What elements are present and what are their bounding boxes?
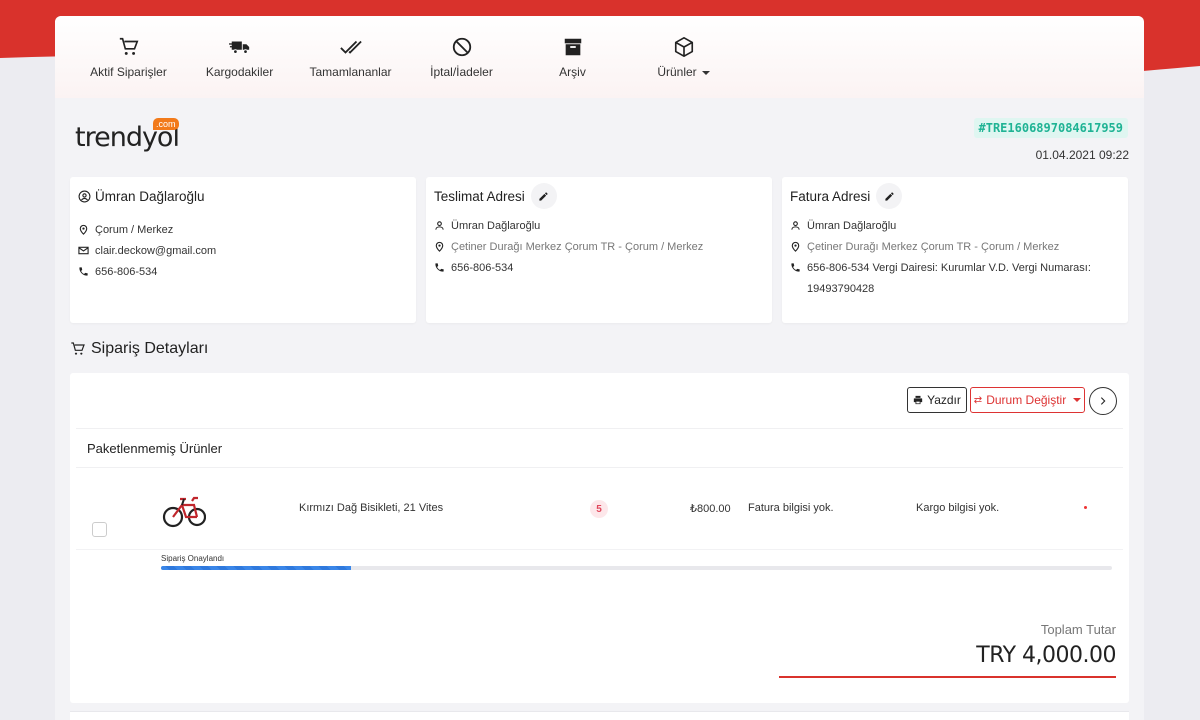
info-cards: Ümran Dağlaroğlu Çorum / Merkez clair.de… [70,177,1128,323]
archive-icon [564,38,581,56]
logo-tld: .com [153,118,179,130]
user-icon [435,221,444,230]
box-icon [674,37,693,57]
total-label: Toplam Tutar [1040,622,1116,637]
truck-icon [228,41,249,54]
nav-cancellations[interactable]: İptal/İadeler [406,16,517,98]
shipping-title: Teslimat Adresi [434,188,525,204]
cargo-info: Kargo bilgisi yok. [916,502,1000,514]
shipping-name: Ümran Dağlaroğlu [434,216,764,237]
order-status-label: Sipariş Onaylandı [161,554,225,563]
order-header: trendyol .com #TRE1606897084617959 01.04… [55,98,1144,176]
billing-address: Çetiner Durağı Merkez Çorum TR - Çorum /… [790,237,1120,258]
unpacked-products-header: Paketlenmemiş Ürünler [76,428,1123,468]
print-button[interactable]: Yazdır [907,387,967,413]
nav-label: Kargodakiler [205,65,274,79]
shipping-phone: 656-806-534 [434,258,764,279]
billing-name: Ümran Dağlaroğlu [790,216,1120,237]
billing-card: Fatura Adresi Ümran Dağlaroğlu Çetiner D… [782,177,1128,323]
name-text: Ümran Dağlaroğlu [807,220,897,232]
status-dot [1084,506,1087,509]
printer-icon [913,395,923,405]
order-progress-bar [161,566,1112,570]
nav-label: Aktif Siparişler [90,65,167,79]
bicycle-image [162,496,206,528]
mail-icon [78,246,89,255]
location-pin-icon [435,241,444,252]
address-text: Çetiner Durağı Merkez Çorum TR - Çorum /… [807,241,1060,253]
trendyol-logo: trendyol .com [75,118,180,153]
product-name: Kırmızı Dağ Bisikleti, 21 Vites [299,502,444,514]
cart-icon [119,37,138,55]
customer-card: Ümran Dağlaroğlu Çorum / Merkez clair.de… [70,177,416,323]
swap-icon: ⇄ [973,394,983,406]
phone-tax-text: 656-806-534 Vergi Dairesi: Kurumlar V.D.… [807,262,1091,295]
user-circle-icon [78,190,91,202]
product-price: ₺800.00 [690,503,731,515]
quantity-badge: 5 [590,500,608,518]
total-underline [779,676,1116,678]
location-text: Çorum / Merkez [95,224,174,236]
customer-name: Ümran Dağlaroğlu [95,188,205,204]
phone-text: 656-806-534 [95,266,158,278]
phone-icon [79,267,88,276]
name-text: Ümran Dağlaroğlu [451,220,541,232]
email-text: clair.deckow@gmail.com [95,245,217,257]
cart-icon [71,342,85,355]
customer-phone: 656-806-534 [78,262,408,283]
nav-archive[interactable]: Arşiv [517,16,628,98]
edit-billing-button[interactable] [876,183,903,209]
card-title: Ümran Dağlaroğlu [78,187,408,205]
nav-active-orders[interactable]: Aktif Siparişler [73,16,184,98]
product-checkbox[interactable] [92,522,107,537]
card-title: Fatura Adresi [790,183,1120,209]
nav-label: İptal/İadeler [430,65,493,79]
pencil-icon [885,191,894,201]
customer-email: clair.deckow@gmail.com [78,241,408,262]
user-icon [791,221,800,230]
section-title-text: Sipariş Detayları [91,340,209,357]
order-details-heading: Sipariş Detayları [70,340,208,358]
nav-products-label: Ürünler [657,65,697,79]
pencil-icon [539,191,548,201]
edit-shipping-button[interactable] [530,183,557,209]
order-date: 01.04.2021 09:22 [1035,148,1129,162]
billing-phone-tax: 656-806-534 Vergi Dairesi: Kurumlar V.D.… [790,258,1120,300]
shipping-address: Çetiner Durağı Merkez Çorum TR - Çorum /… [434,237,764,258]
chevron-right-icon [1100,397,1106,405]
order-page: Aktif Siparişler Kargodakiler Tamamlanan… [55,16,1144,720]
card-title: Teslimat Adresi [434,183,764,209]
nav-products[interactable]: Ürünler [628,16,739,98]
nav-label: Ürünler [657,65,710,79]
phone-text: 656-806-534 [451,262,514,274]
shipping-card: Teslimat Adresi Ümran Dağlaroğlu Çetiner… [426,177,772,323]
divider [76,549,1123,550]
nav-shipping[interactable]: Kargodakiler [184,16,295,98]
double-check-icon [339,40,362,54]
address-text: Çetiner Durağı Merkez Çorum TR - Çorum /… [451,241,704,253]
next-button[interactable] [1089,387,1117,415]
total-value: TRY 4,000.00 [976,643,1116,668]
top-nav: Aktif Siparişler Kargodakiler Tamamlanan… [55,16,1144,98]
phone-icon [435,263,444,272]
progress-fill [161,566,352,570]
print-label: Yazdır [927,393,961,407]
next-panel-edge [70,711,1129,720]
unpacked-products-label: Paketlenmemiş Ürünler [87,440,223,456]
nav-label: Tamamlananlar [309,65,392,79]
block-icon [452,37,471,57]
nav-completed[interactable]: Tamamlananlar [295,16,406,98]
chevron-down-icon [701,70,710,75]
chevron-down-icon [1073,398,1082,402]
status-change-label: Durum Değiştir [986,393,1067,407]
location-pin-icon [791,241,800,252]
order-id-badge: #TRE1606897084617959 [973,118,1128,138]
change-status-button[interactable]: ⇄ Durum Değiştir [970,387,1085,413]
order-details-panel: Yazdır ⇄ Durum Değiştir Paketlenmemiş Ür… [70,373,1129,703]
invoice-info: Fatura bilgisi yok. [748,502,834,514]
nav-label: Arşiv [559,65,586,79]
customer-location: Çorum / Merkez [78,220,408,241]
billing-title: Fatura Adresi [790,188,871,204]
location-pin-icon [79,224,88,235]
